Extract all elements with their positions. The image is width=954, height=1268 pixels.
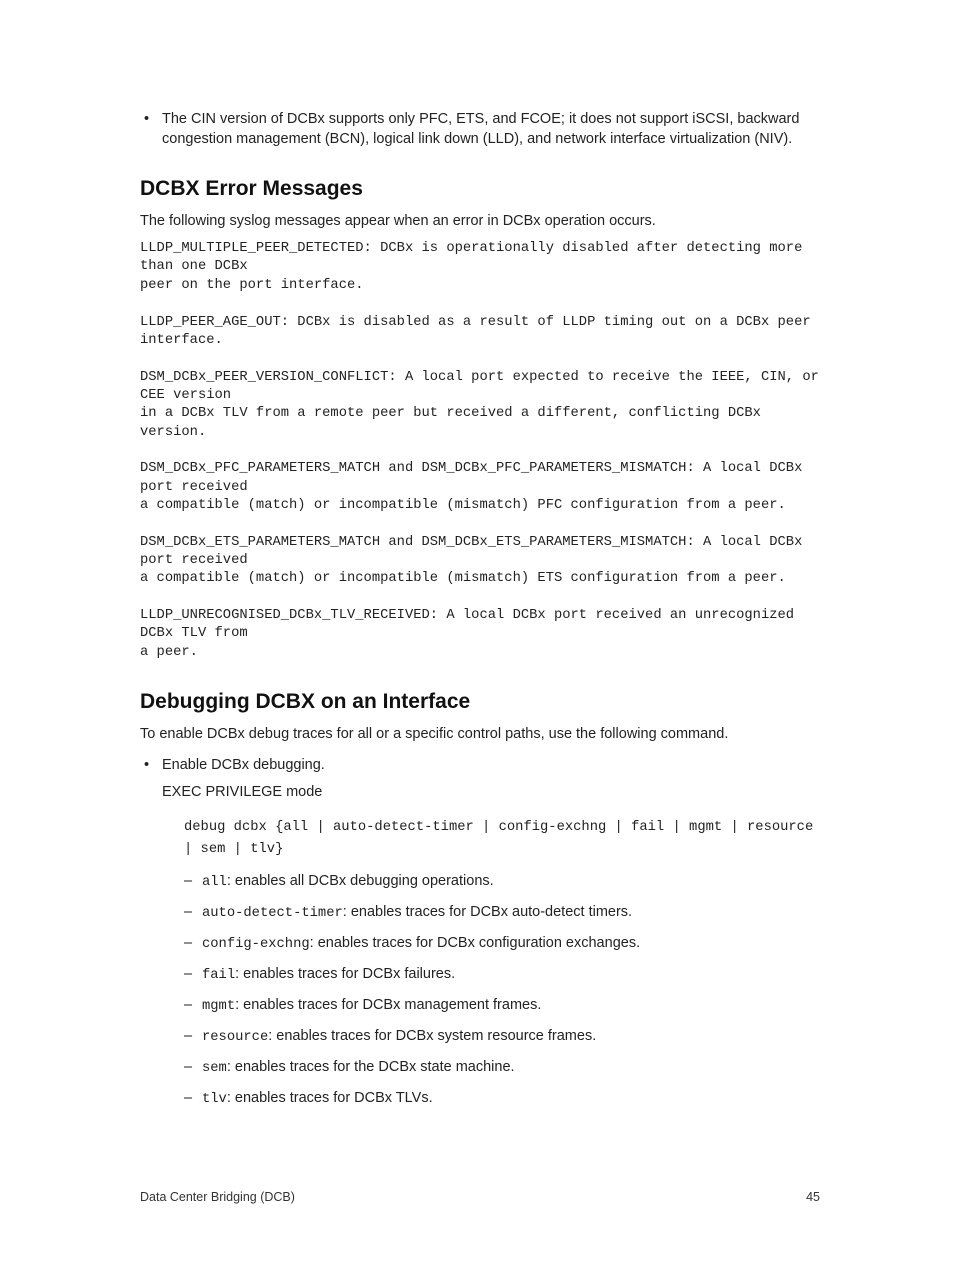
option-name: mgmt: [202, 999, 235, 1014]
section-title-debugging: Debugging DCBX on an Interface: [140, 690, 820, 714]
option-item: fail: enables traces for DCBx failures.: [184, 964, 820, 986]
option-desc: : enables traces for DCBx auto-detect ti…: [343, 904, 632, 920]
intro-bullet-text: The CIN version of DCBx supports only PF…: [162, 111, 799, 147]
option-desc: : enables all DCBx debugging operations.: [227, 873, 494, 889]
option-desc: : enables traces for DCBx TLVs.: [227, 1090, 433, 1106]
section1-lead: The following syslog messages appear whe…: [140, 211, 820, 232]
step-label: Enable DCBx debugging.: [162, 757, 325, 773]
section2-lead: To enable DCBx debug traces for all or a…: [140, 724, 820, 745]
option-name: tlv: [202, 1092, 227, 1107]
page-footer: Data Center Bridging (DCB) 45: [140, 1190, 820, 1204]
exec-mode: EXEC PRIVILEGE mode: [162, 782, 820, 803]
option-list: all: enables all DCBx debugging operatio…: [184, 871, 820, 1110]
option-name: fail: [202, 968, 235, 983]
footer-left: Data Center Bridging (DCB): [140, 1190, 295, 1204]
option-desc: : enables traces for DCBx configuration …: [310, 935, 640, 951]
page-content: The CIN version of DCBx supports only PF…: [140, 110, 820, 1119]
step-enable-debugging: Enable DCBx debugging. EXEC PRIVILEGE mo…: [140, 755, 820, 1110]
syslog-messages: LLDP_MULTIPLE_PEER_DETECTED: DCBx is ope…: [140, 240, 820, 662]
option-name: resource: [202, 1030, 268, 1045]
option-item: mgmt: enables traces for DCBx management…: [184, 995, 820, 1017]
option-name: all: [202, 875, 227, 890]
option-desc: : enables traces for DCBx system resourc…: [268, 1028, 596, 1044]
option-item: tlv: enables traces for DCBx TLVs.: [184, 1088, 820, 1110]
option-item: sem: enables traces for the DCBx state m…: [184, 1057, 820, 1079]
option-item: resource: enables traces for DCBx system…: [184, 1026, 820, 1048]
option-item: auto-detect-timer: enables traces for DC…: [184, 902, 820, 924]
option-item: all: enables all DCBx debugging operatio…: [184, 871, 820, 893]
option-desc: : enables traces for the DCBx state mach…: [227, 1059, 515, 1075]
debug-command: debug dcbx {all | auto-detect-timer | co…: [184, 817, 820, 861]
section-title-error-messages: DCBX Error Messages: [140, 177, 820, 201]
option-name: sem: [202, 1061, 227, 1076]
option-name: auto-detect-timer: [202, 906, 343, 921]
step-details: debug dcbx {all | auto-detect-timer | co…: [162, 817, 820, 1110]
option-name: config-exchng: [202, 937, 310, 952]
option-desc: : enables traces for DCBx failures.: [235, 966, 455, 982]
footer-page-number: 45: [806, 1190, 820, 1204]
option-desc: : enables traces for DCBx management fra…: [235, 997, 541, 1013]
option-item: config-exchng: enables traces for DCBx c…: [184, 933, 820, 955]
intro-bullet: The CIN version of DCBx supports only PF…: [140, 110, 820, 149]
